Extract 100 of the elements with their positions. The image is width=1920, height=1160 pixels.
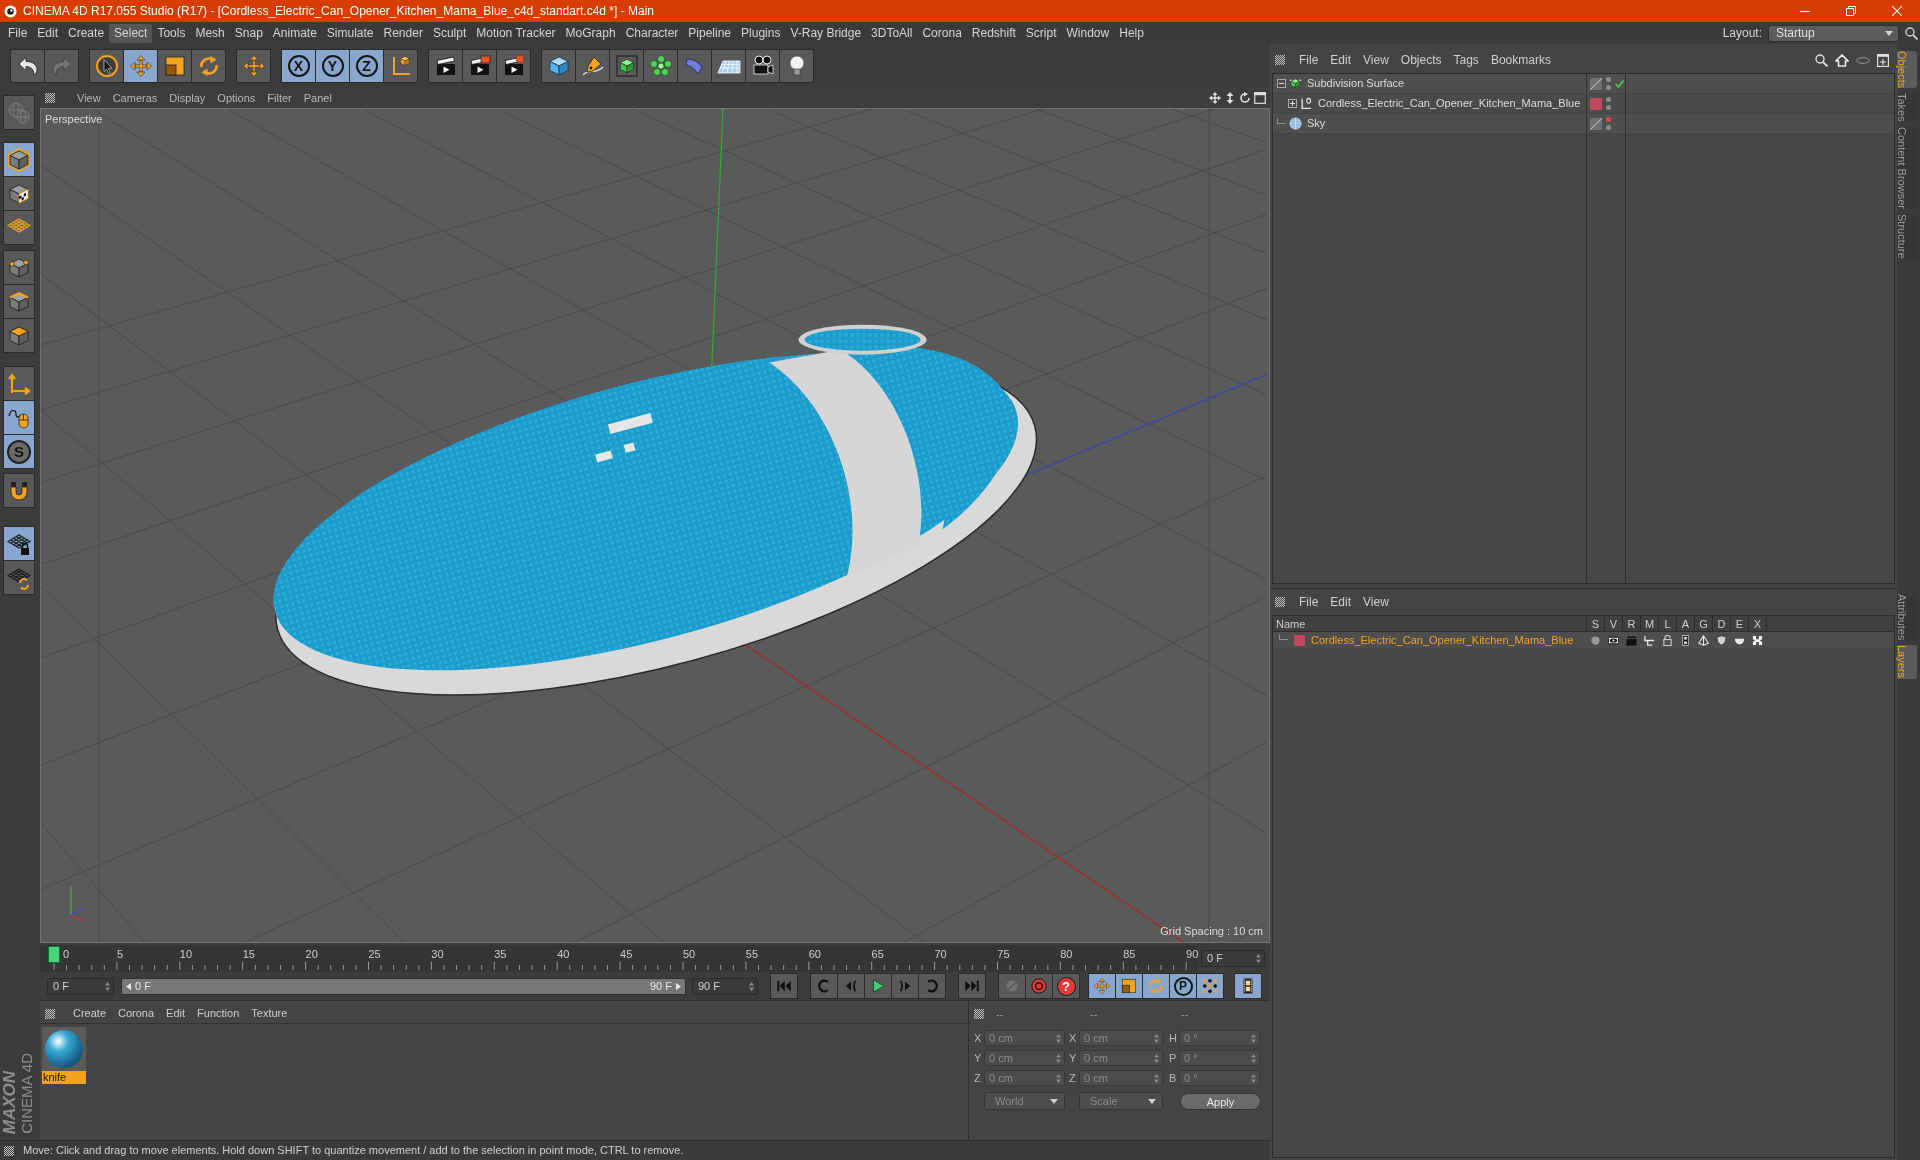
dock-tab[interactable]: Structure bbox=[1897, 214, 1917, 259]
material-item[interactable]: knife bbox=[42, 1027, 86, 1084]
layer-menu-item[interactable]: View bbox=[1357, 593, 1395, 611]
frame-range-bar[interactable]: 0 F 90 F bbox=[121, 977, 686, 995]
material-menu-item[interactable]: Function bbox=[191, 1005, 246, 1022]
play-button[interactable] bbox=[864, 973, 892, 999]
bend-deformer-button[interactable] bbox=[677, 49, 712, 83]
cube-button[interactable] bbox=[541, 49, 576, 83]
viewport-menu-item[interactable]: Filter bbox=[261, 89, 298, 107]
menu-item[interactable]: Simulate bbox=[321, 23, 379, 43]
apply-button[interactable]: Apply bbox=[1180, 1092, 1261, 1110]
camera-button[interactable] bbox=[745, 49, 780, 83]
viewport[interactable]: Perspective Grid Spacing : 10 cm bbox=[40, 108, 1270, 943]
menu-item[interactable]: Select bbox=[109, 23, 153, 43]
column-header[interactable]: Name bbox=[1273, 616, 1586, 631]
move-tool-button[interactable] bbox=[123, 49, 158, 83]
column-header[interactable]: V bbox=[1604, 616, 1622, 631]
oval-icon[interactable] bbox=[1856, 56, 1870, 64]
column-header[interactable]: G bbox=[1694, 616, 1712, 631]
column-header[interactable]: X bbox=[1748, 616, 1766, 631]
scale-tool-button[interactable] bbox=[157, 49, 192, 83]
rotate-tool-button[interactable] bbox=[191, 49, 226, 83]
dock-tab[interactable]: Takes bbox=[1897, 93, 1917, 123]
object-row[interactable]: Sky bbox=[1273, 114, 1894, 134]
house-icon[interactable] bbox=[1835, 53, 1849, 67]
menu-item[interactable]: Tools bbox=[152, 23, 191, 43]
search-icon[interactable] bbox=[1815, 53, 1828, 67]
z-axis-button[interactable]: Z bbox=[349, 49, 384, 83]
menu-item[interactable]: Mesh bbox=[190, 23, 230, 43]
layer-row[interactable]: Cordless_Electric_Can_Opener_Kitchen_Mama_Blue bbox=[1273, 632, 1894, 648]
film-strip-icon[interactable] bbox=[1679, 634, 1691, 646]
column-header[interactable]: S bbox=[1586, 616, 1604, 631]
record-button[interactable] bbox=[1025, 973, 1053, 999]
dock-tab[interactable]: Attributes bbox=[1897, 594, 1917, 641]
y-axis-button[interactable]: Y bbox=[315, 49, 350, 83]
pan-arrows-icon[interactable] bbox=[1209, 92, 1221, 104]
object-menu-item[interactable]: Bookmarks bbox=[1484, 51, 1557, 69]
object-menu-item[interactable]: View bbox=[1357, 51, 1395, 69]
hatched-swatch-icon[interactable] bbox=[1590, 117, 1602, 130]
recent-tool-button[interactable] bbox=[236, 49, 271, 83]
workplane-align-button[interactable] bbox=[3, 560, 35, 595]
hierarchy-icon[interactable] bbox=[1643, 634, 1655, 646]
object-menu-item[interactable]: Edit bbox=[1324, 51, 1358, 69]
object-menu-item[interactable]: Objects bbox=[1394, 51, 1448, 69]
column-header[interactable]: L bbox=[1658, 616, 1676, 631]
cross-shape-icon[interactable] bbox=[1751, 634, 1763, 646]
edges-mode-button[interactable] bbox=[3, 284, 35, 319]
check-icon[interactable] bbox=[1615, 79, 1624, 88]
cloner-button[interactable] bbox=[643, 49, 678, 83]
menu-item[interactable]: Snap bbox=[229, 23, 268, 43]
padlock-icon[interactable] bbox=[1661, 634, 1673, 646]
layout-dropdown[interactable]: Startup bbox=[1768, 24, 1899, 42]
menu-item[interactable]: MoGraph bbox=[560, 23, 621, 43]
menu-item[interactable]: Sculpt bbox=[427, 23, 472, 43]
menu-item[interactable]: Animate bbox=[267, 23, 322, 43]
snap-button[interactable]: S bbox=[3, 434, 35, 469]
object-row[interactable]: Subdivision Surface bbox=[1273, 74, 1894, 94]
material-menu-item[interactable]: Corona bbox=[112, 1005, 161, 1022]
axis-mode-button[interactable] bbox=[3, 366, 35, 401]
viewport-menu-item[interactable]: Options bbox=[211, 89, 262, 107]
menu-item[interactable]: Motion Tracker bbox=[471, 23, 561, 43]
eye-icon[interactable] bbox=[1607, 634, 1619, 646]
layer-menu-item[interactable]: Edit bbox=[1324, 593, 1358, 611]
workplane-lock-button[interactable] bbox=[3, 526, 35, 561]
previous-key-button[interactable] bbox=[810, 973, 838, 999]
menu-item[interactable]: 3DToAll bbox=[866, 23, 918, 43]
polygons-mode-button[interactable] bbox=[3, 318, 35, 353]
floor-button[interactable] bbox=[711, 49, 746, 83]
layer-swatch-icon[interactable] bbox=[1294, 634, 1305, 646]
dock-tab[interactable]: Content Browser bbox=[1897, 127, 1917, 209]
menu-item[interactable]: Script bbox=[1020, 23, 1062, 43]
column-header[interactable]: E bbox=[1730, 616, 1748, 631]
playhead-handle[interactable] bbox=[48, 946, 60, 963]
viewport-menu-item[interactable]: Cameras bbox=[106, 89, 164, 107]
layer-swatch-icon[interactable] bbox=[1590, 97, 1602, 110]
object-menu-item[interactable]: File bbox=[1293, 51, 1325, 69]
workplane-mode-button[interactable] bbox=[3, 210, 35, 245]
new-panel-icon[interactable] bbox=[1877, 53, 1889, 67]
menu-item[interactable]: Corona bbox=[917, 23, 967, 43]
viewport-menu-item[interactable]: View bbox=[71, 89, 107, 107]
next-key-button[interactable] bbox=[918, 973, 946, 999]
menu-item[interactable]: File bbox=[3, 23, 33, 43]
dot-icon[interactable] bbox=[1589, 634, 1601, 646]
start-frame-field[interactable]: 0 F bbox=[47, 977, 114, 995]
end-frame-field[interactable]: 90 F bbox=[692, 977, 758, 995]
menu-item[interactable]: Redshift bbox=[966, 23, 1021, 43]
material-menu-item[interactable]: Edit bbox=[160, 1005, 192, 1022]
render-to-viewer-button[interactable] bbox=[462, 49, 497, 83]
menu-item[interactable]: Plugins bbox=[736, 23, 786, 43]
go-to-start-button[interactable] bbox=[770, 973, 798, 999]
menu-item[interactable]: Pipeline bbox=[683, 23, 737, 43]
coordinate-system-button[interactable] bbox=[383, 49, 418, 83]
hatched-swatch-icon[interactable] bbox=[1590, 77, 1602, 90]
layer-menu-item[interactable]: File bbox=[1293, 593, 1325, 611]
current-frame-field[interactable]: 0 F bbox=[1201, 950, 1265, 967]
menu-item[interactable]: Help bbox=[1114, 23, 1149, 43]
key-point-level-button[interactable] bbox=[1196, 973, 1224, 999]
object-menu-item[interactable]: Tags bbox=[1447, 51, 1485, 69]
dock-tab[interactable]: Objects bbox=[1897, 51, 1917, 89]
key-scale-button[interactable] bbox=[1115, 973, 1143, 999]
